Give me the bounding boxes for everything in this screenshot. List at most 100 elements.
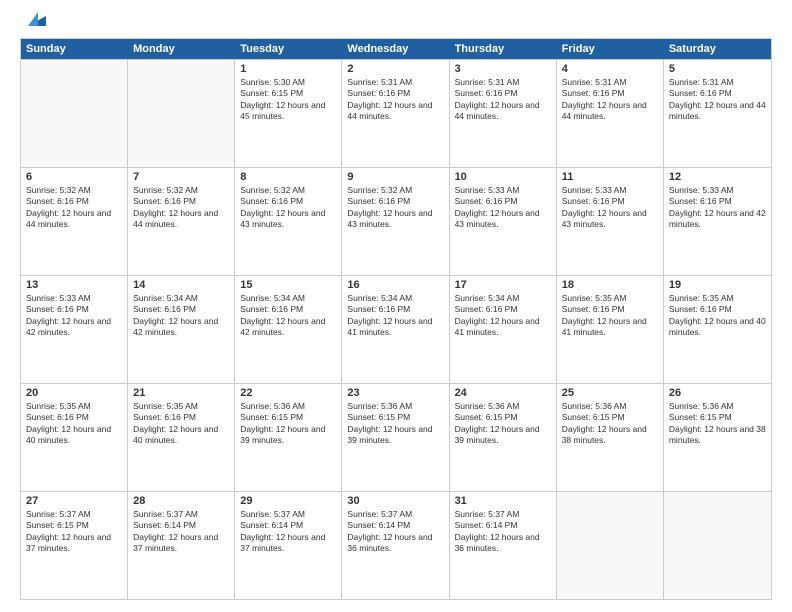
calendar-cell: 9 Sunrise: 5:32 AM Sunset: 6:16 PM Daylig… — [342, 168, 449, 275]
day-number: 9 — [347, 171, 443, 183]
calendar-cell: 7 Sunrise: 5:32 AM Sunset: 6:16 PM Daylig… — [128, 168, 235, 275]
day-info: Sunrise: 5:32 AM Sunset: 6:16 PM Dayligh… — [133, 185, 229, 231]
day-number: 11 — [562, 171, 658, 183]
day-info: Sunrise: 5:36 AM Sunset: 6:15 PM Dayligh… — [562, 401, 658, 447]
calendar-cell: 1 Sunrise: 5:30 AM Sunset: 6:15 PM Daylig… — [235, 60, 342, 167]
day-info: Sunrise: 5:37 AM Sunset: 6:14 PM Dayligh… — [455, 509, 551, 555]
calendar-cell: 27 Sunrise: 5:37 AM Sunset: 6:15 PM Dayli… — [21, 492, 128, 599]
day-info: Sunrise: 5:37 AM Sunset: 6:14 PM Dayligh… — [133, 509, 229, 555]
calendar-week: 13 Sunrise: 5:33 AM Sunset: 6:16 PM Dayli… — [21, 275, 771, 383]
day-info: Sunrise: 5:31 AM Sunset: 6:16 PM Dayligh… — [347, 77, 443, 123]
day-info: Sunrise: 5:31 AM Sunset: 6:16 PM Dayligh… — [669, 77, 766, 123]
day-number: 26 — [669, 387, 766, 399]
calendar-cell: 3 Sunrise: 5:31 AM Sunset: 6:16 PM Daylig… — [450, 60, 557, 167]
weekday-header: Monday — [128, 39, 235, 59]
day-number: 20 — [26, 387, 122, 399]
day-number: 18 — [562, 279, 658, 291]
day-info: Sunrise: 5:34 AM Sunset: 6:16 PM Dayligh… — [240, 293, 336, 339]
calendar-cell: 15 Sunrise: 5:34 AM Sunset: 6:16 PM Dayli… — [235, 276, 342, 383]
calendar-week: 20 Sunrise: 5:35 AM Sunset: 6:16 PM Dayli… — [21, 383, 771, 491]
day-number: 1 — [240, 63, 336, 75]
day-info: Sunrise: 5:37 AM Sunset: 6:14 PM Dayligh… — [240, 509, 336, 555]
calendar-cell: 17Sunrise: 5:34 AM Sunset: 6:16 PM Dayli… — [450, 276, 557, 383]
day-number: 17 — [455, 279, 551, 291]
day-info: Sunrise: 5:35 AM Sunset: 6:16 PM Dayligh… — [26, 401, 122, 447]
calendar-cell: 5 Sunrise: 5:31 AM Sunset: 6:16 PM Daylig… — [664, 60, 771, 167]
day-info: Sunrise: 5:36 AM Sunset: 6:15 PM Dayligh… — [669, 401, 766, 447]
day-info: Sunrise: 5:34 AM Sunset: 6:16 PM Dayligh… — [133, 293, 229, 339]
day-info: Sunrise: 5:36 AM Sunset: 6:15 PM Dayligh… — [240, 401, 336, 447]
day-number: 31 — [455, 495, 551, 507]
calendar-cell: 12 Sunrise: 5:33 AM Sunset: 6:16 PM Dayli… — [664, 168, 771, 275]
day-number: 3 — [455, 63, 551, 75]
calendar-cell: 4 Sunrise: 5:31 AM Sunset: 6:16 PM Daylig… — [557, 60, 664, 167]
calendar-cell: 11Sunrise: 5:33 AM Sunset: 6:16 PM Dayli… — [557, 168, 664, 275]
day-info: Sunrise: 5:35 AM Sunset: 6:16 PM Dayligh… — [133, 401, 229, 447]
weekday-header: Tuesday — [235, 39, 342, 59]
day-number: 23 — [347, 387, 443, 399]
day-info: Sunrise: 5:34 AM Sunset: 6:16 PM Dayligh… — [347, 293, 443, 339]
calendar-cell: 16 Sunrise: 5:34 AM Sunset: 6:16 PM Dayli… — [342, 276, 449, 383]
calendar: SundayMondayTuesdayWednesdayThursdayFrid… — [20, 38, 772, 600]
day-number: 29 — [240, 495, 336, 507]
day-info: Sunrise: 5:33 AM Sunset: 6:16 PM Dayligh… — [26, 293, 122, 339]
calendar-cell: 23 Sunrise: 5:36 AM Sunset: 6:15 PM Dayli… — [342, 384, 449, 491]
calendar-header: SundayMondayTuesdayWednesdayThursdayFrid… — [21, 39, 771, 59]
day-info: Sunrise: 5:33 AM Sunset: 6:16 PM Dayligh… — [669, 185, 766, 231]
calendar-cell: 31 Sunrise: 5:37 AM Sunset: 6:14 PM Dayli… — [450, 492, 557, 599]
calendar-body: 1 Sunrise: 5:30 AM Sunset: 6:15 PM Daylig… — [21, 59, 771, 599]
calendar-cell: 24Sunrise: 5:36 AM Sunset: 6:15 PM Dayli… — [450, 384, 557, 491]
day-number: 15 — [240, 279, 336, 291]
day-info: Sunrise: 5:32 AM Sunset: 6:16 PM Dayligh… — [347, 185, 443, 231]
calendar-cell: 20 Sunrise: 5:35 AM Sunset: 6:16 PM Dayli… — [21, 384, 128, 491]
day-info: Sunrise: 5:35 AM Sunset: 6:16 PM Dayligh… — [669, 293, 766, 339]
day-number: 30 — [347, 495, 443, 507]
day-info: Sunrise: 5:35 AM Sunset: 6:16 PM Dayligh… — [562, 293, 658, 339]
day-info: Sunrise: 5:31 AM Sunset: 6:16 PM Dayligh… — [562, 77, 658, 123]
day-info: Sunrise: 5:32 AM Sunset: 6:16 PM Dayligh… — [26, 185, 122, 231]
day-info: Sunrise: 5:31 AM Sunset: 6:16 PM Dayligh… — [455, 77, 551, 123]
calendar-cell: 28Sunrise: 5:37 AM Sunset: 6:14 PM Dayli… — [128, 492, 235, 599]
weekday-header: Wednesday — [342, 39, 449, 59]
day-number: 19 — [669, 279, 766, 291]
calendar-cell: 30Sunrise: 5:37 AM Sunset: 6:14 PM Dayli… — [342, 492, 449, 599]
calendar-week: 6 Sunrise: 5:32 AM Sunset: 6:16 PM Daylig… — [21, 167, 771, 275]
calendar-cell — [128, 60, 235, 167]
day-number: 10 — [455, 171, 551, 183]
day-number: 6 — [26, 171, 122, 183]
day-info: Sunrise: 5:33 AM Sunset: 6:16 PM Dayligh… — [455, 185, 551, 231]
logo — [20, 16, 46, 30]
day-number: 14 — [133, 279, 229, 291]
day-number: 12 — [669, 171, 766, 183]
day-number: 25 — [562, 387, 658, 399]
calendar-cell: 14 Sunrise: 5:34 AM Sunset: 6:16 PM Dayli… — [128, 276, 235, 383]
day-info: Sunrise: 5:37 AM Sunset: 6:15 PM Dayligh… — [26, 509, 122, 555]
day-info: Sunrise: 5:30 AM Sunset: 6:15 PM Dayligh… — [240, 77, 336, 123]
calendar-cell: 22 Sunrise: 5:36 AM Sunset: 6:15 PM Dayli… — [235, 384, 342, 491]
day-number: 27 — [26, 495, 122, 507]
calendar-cell: 29 Sunrise: 5:37 AM Sunset: 6:14 PM Dayli… — [235, 492, 342, 599]
day-number: 22 — [240, 387, 336, 399]
calendar-cell — [557, 492, 664, 599]
logo-icon — [24, 8, 46, 30]
page: SundayMondayTuesdayWednesdayThursdayFrid… — [0, 0, 792, 612]
day-info: Sunrise: 5:36 AM Sunset: 6:15 PM Dayligh… — [455, 401, 551, 447]
day-number: 2 — [347, 63, 443, 75]
calendar-cell: 10 Sunrise: 5:33 AM Sunset: 6:16 PM Dayli… — [450, 168, 557, 275]
calendar-cell: 2 Sunrise: 5:31 AM Sunset: 6:16 PM Daylig… — [342, 60, 449, 167]
day-info: Sunrise: 5:32 AM Sunset: 6:16 PM Dayligh… — [240, 185, 336, 231]
calendar-cell: 19 Sunrise: 5:35 AM Sunset: 6:16 PM Dayli… — [664, 276, 771, 383]
calendar-cell — [664, 492, 771, 599]
day-number: 7 — [133, 171, 229, 183]
weekday-header: Thursday — [450, 39, 557, 59]
day-number: 5 — [669, 63, 766, 75]
calendar-cell: 26 Sunrise: 5:36 AM Sunset: 6:15 PM Dayli… — [664, 384, 771, 491]
day-number: 13 — [26, 279, 122, 291]
calendar-cell: 21Sunrise: 5:35 AM Sunset: 6:16 PM Dayli… — [128, 384, 235, 491]
day-info: Sunrise: 5:36 AM Sunset: 6:15 PM Dayligh… — [347, 401, 443, 447]
header — [20, 16, 772, 30]
day-number: 8 — [240, 171, 336, 183]
day-number: 4 — [562, 63, 658, 75]
weekday-header: Sunday — [21, 39, 128, 59]
day-number: 16 — [347, 279, 443, 291]
